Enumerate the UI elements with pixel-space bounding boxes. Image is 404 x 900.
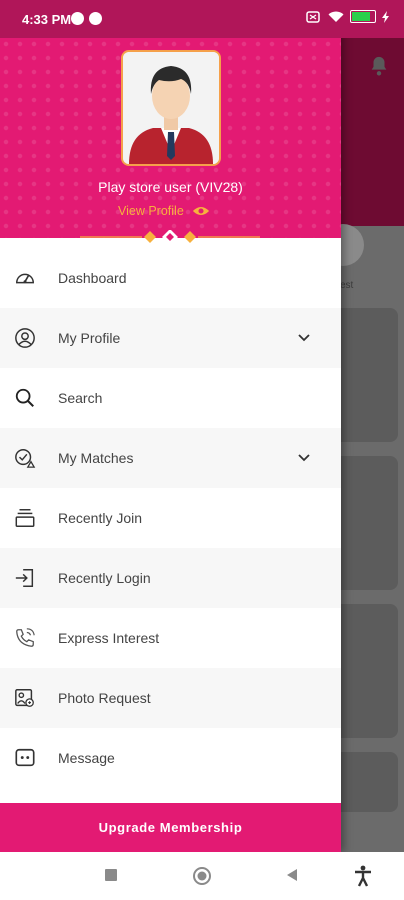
- user-circle-icon: [15, 328, 35, 348]
- system-navigation-bar: [0, 852, 404, 900]
- menu-item-label: Recently Login: [58, 570, 151, 586]
- recents-square-icon[interactable]: [104, 868, 118, 882]
- menu-item-label: Dashboard: [58, 270, 127, 286]
- status-icons: [306, 10, 390, 23]
- drawer-menu: Dashboard My Profile Search My Matches R…: [0, 248, 341, 788]
- background-circle-label: est: [340, 280, 354, 291]
- drawer-header: Play store user (VIV28) View Profile: [0, 38, 341, 244]
- eye-icon: [192, 206, 209, 216]
- menu-item-label: Search: [58, 390, 103, 406]
- menu-item-label: My Profile: [58, 330, 121, 346]
- view-profile-label: View Profile: [118, 204, 184, 218]
- status-time: 4:33 PM: [22, 12, 72, 27]
- battery-icon: [350, 10, 376, 23]
- menu-item-label: Recently Join: [58, 510, 143, 526]
- notification-icon: [71, 12, 84, 25]
- bell-icon[interactable]: [368, 54, 390, 78]
- user-name: Play store user (VIV28): [98, 179, 243, 195]
- menu-item-recently-join[interactable]: Recently Join: [0, 488, 341, 548]
- menu-item-label: Express Interest: [58, 630, 160, 646]
- menu-item-photo-request[interactable]: Photo Request: [0, 668, 341, 728]
- notification-icon: [89, 12, 102, 25]
- menu-item-express-interest[interactable]: Express Interest: [0, 608, 341, 668]
- accessibility-icon[interactable]: [353, 865, 373, 887]
- stack-icon: [15, 509, 35, 527]
- menu-item-label: My Matches: [58, 450, 134, 466]
- menu-item-label: Photo Request: [58, 690, 151, 706]
- message-dots-icon: [15, 748, 35, 767]
- home-circle-icon[interactable]: [192, 866, 212, 886]
- navigation-drawer: Play store user (VIV28) View Profile Das…: [0, 0, 341, 852]
- status-bar: 4:33 PM: [0, 0, 404, 38]
- sim-icon: [306, 10, 320, 23]
- back-triangle-icon[interactable]: [285, 868, 299, 882]
- phone-call-icon: [16, 628, 35, 647]
- menu-item-my-profile[interactable]: My Profile: [0, 308, 341, 368]
- chevron-down-icon[interactable]: [298, 453, 310, 463]
- avatar[interactable]: [121, 50, 221, 166]
- menu-item-my-matches[interactable]: My Matches: [0, 428, 341, 488]
- view-profile-link[interactable]: View Profile: [118, 204, 210, 218]
- user-avatar-icon: [123, 52, 219, 164]
- menu-item-dashboard[interactable]: Dashboard: [0, 248, 341, 308]
- wifi-icon: [328, 11, 344, 22]
- chevron-down-icon[interactable]: [298, 333, 310, 343]
- ornament-divider: [80, 230, 260, 244]
- menu-item-search[interactable]: Search: [0, 368, 341, 428]
- login-arrow-icon: [15, 569, 34, 587]
- menu-item-label: Message: [58, 750, 115, 766]
- search-icon: [15, 388, 34, 407]
- upgrade-membership-button[interactable]: Upgrade Membership: [0, 803, 341, 852]
- photo-user-icon: [15, 689, 34, 707]
- menu-item-message[interactable]: Message: [0, 728, 341, 788]
- dashboard-gauge-icon: [16, 273, 34, 284]
- menu-item-recently-login[interactable]: Recently Login: [0, 548, 341, 608]
- charging-icon: [382, 10, 389, 23]
- matches-check-icon: [15, 449, 36, 468]
